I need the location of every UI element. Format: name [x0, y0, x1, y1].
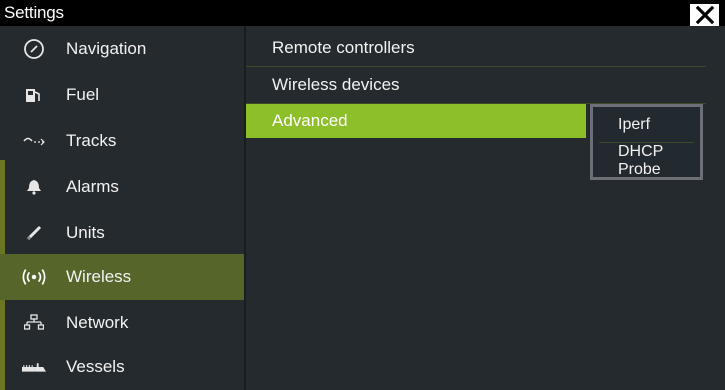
menu-item-label: Advanced	[272, 111, 348, 130]
vessels-icon	[22, 355, 46, 379]
advanced-submenu: Iperf DHCP Probe	[590, 104, 703, 180]
sidebar-item-tracks[interactable]: Tracks	[0, 118, 244, 164]
divider	[246, 66, 706, 67]
bell-icon	[22, 175, 46, 199]
sidebar-item-wireless[interactable]: Wireless	[0, 254, 244, 300]
sidebar-item-label: Network	[66, 313, 129, 332]
sidebar-item-label: Fuel	[66, 85, 100, 104]
sidebar-item-label: Units	[66, 223, 105, 242]
submenu-item-label: Iperf	[618, 115, 651, 133]
ruler-icon	[22, 221, 46, 245]
sidebar-item-navigation[interactable]: Navigation	[0, 26, 244, 72]
settings-sidebar: Navigation Fuel Tracks Alarms Units Wire…	[0, 26, 244, 390]
tracks-icon	[22, 129, 46, 153]
close-icon	[695, 6, 715, 24]
menu-item-label: Wireless devices	[272, 75, 400, 94]
fuel-pump-icon	[22, 83, 46, 107]
menu-item-wireless-devices[interactable]: Wireless devices	[246, 68, 586, 102]
sidebar-item-label: Vessels	[66, 357, 125, 376]
submenu-item-iperf[interactable]: Iperf	[593, 107, 700, 142]
close-button[interactable]	[688, 2, 721, 28]
sidebar-item-vessels[interactable]: Vessels	[0, 344, 244, 390]
submenu-item-label: DHCP Probe	[618, 142, 664, 178]
compass-icon	[22, 37, 46, 61]
sidebar-item-label: Wireless	[66, 267, 132, 286]
sidebar-item-network[interactable]: Network	[0, 300, 244, 346]
network-icon	[22, 311, 46, 335]
sidebar-item-label: Alarms	[66, 177, 119, 196]
wireless-icon	[22, 265, 46, 289]
sidebar-item-label: Navigation	[66, 39, 147, 58]
sidebar-item-units[interactable]: Units	[0, 210, 244, 256]
menu-item-advanced[interactable]: Advanced	[246, 104, 586, 138]
sidebar-item-label: Tracks	[66, 131, 117, 150]
window-title: Settings	[4, 3, 64, 22]
sidebar-item-fuel[interactable]: Fuel	[0, 72, 244, 118]
submenu-item-dhcp-probe[interactable]: DHCP Probe	[593, 143, 700, 178]
sidebar-item-alarms[interactable]: Alarms	[0, 164, 244, 210]
menu-item-label: Remote controllers	[272, 38, 415, 57]
title-bar: Settings	[0, 0, 725, 28]
menu-item-remote-controllers[interactable]: Remote controllers	[246, 31, 586, 65]
